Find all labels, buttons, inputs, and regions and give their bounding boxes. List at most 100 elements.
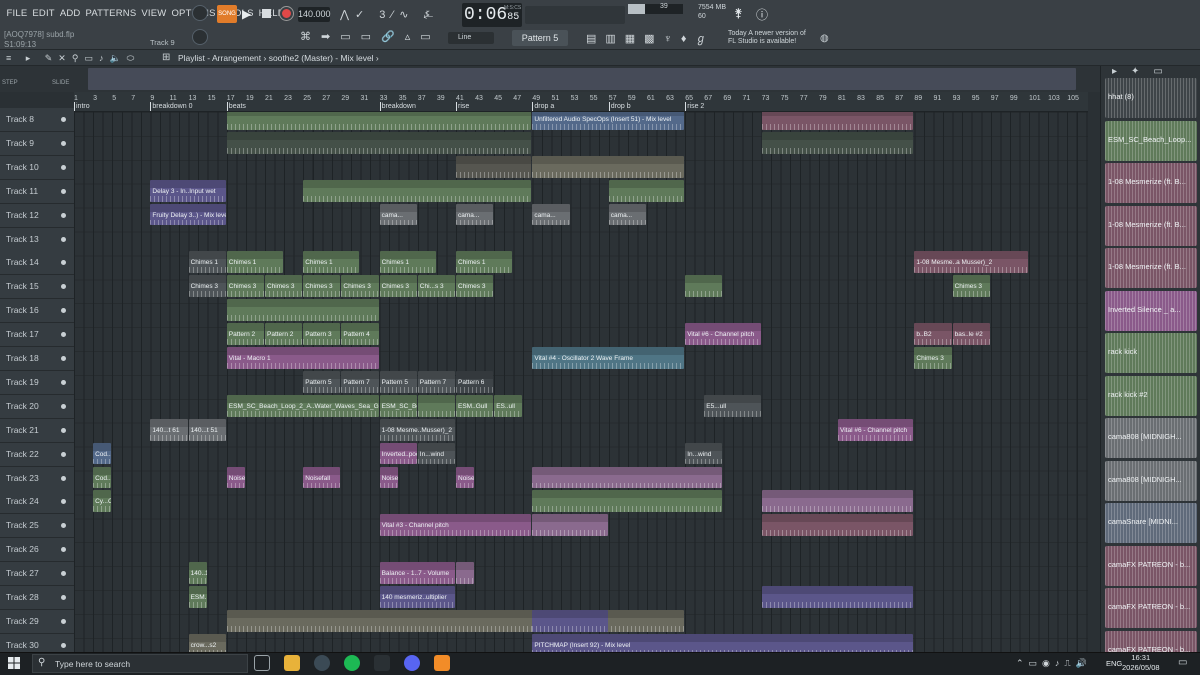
track-mute-led[interactable]: [61, 427, 66, 433]
news-panel[interactable]: Today A newer version of FL Studio is av…: [728, 30, 832, 48]
track-header[interactable]: Track 12: [0, 203, 74, 228]
playlist-clip[interactable]: Chimes 3: [265, 275, 303, 298]
playlist-clip[interactable]: Balance - 1..7 - Volume: [379, 562, 455, 584]
record-icon[interactable]: [279, 6, 294, 21]
playlist-clip[interactable]: 140..1 #2: [188, 562, 207, 584]
playlist-clip[interactable]: Chimes 3: [379, 275, 417, 298]
snap-selector[interactable]: Line: [448, 32, 494, 44]
track-header[interactable]: Track 13: [0, 227, 74, 252]
playlist-clip[interactable]: Pattern 2: [265, 323, 303, 345]
track-mute-led[interactable]: [61, 188, 66, 194]
track-header[interactable]: Track 24: [0, 490, 74, 515]
playlist-clip[interactable]: [226, 299, 379, 322]
playlist-clip[interactable]: Chimes 1: [456, 251, 513, 274]
spotify-icon[interactable]: [344, 655, 360, 671]
track-header[interactable]: Track 10: [0, 155, 74, 180]
playlist-clip[interactable]: Vital #4 - Oscillator 2 Wave Frame: [532, 347, 685, 369]
playlist-clip[interactable]: ESM_SC_Beach_Loop_2_A..Water_Waves_Sea_G…: [226, 394, 379, 417]
playlist-clip[interactable]: [417, 394, 455, 417]
playlist-clip[interactable]: [761, 112, 914, 130]
globe-icon[interactable]: ◍: [820, 33, 829, 44]
playlist-clip[interactable]: b..B2: [914, 323, 952, 345]
playlist-tools-icon[interactable]: ≡ ▸ ✎✕⚲▭♪🔈⬭: [6, 53, 140, 64]
track-header[interactable]: Track 19: [0, 370, 74, 395]
track-header[interactable]: Track 15: [0, 275, 74, 300]
playlist-clip[interactable]: PITCHMAP (Insert 92) - Mix level: [532, 633, 914, 652]
picker-clip[interactable]: hhat (8): [1105, 78, 1197, 118]
playlist-clip[interactable]: Chimes 3: [952, 275, 990, 298]
playlist-clip[interactable]: 1-08 Mesme..Musser)_2: [379, 418, 455, 441]
playlist-clip[interactable]: [532, 609, 608, 632]
playlist-clip[interactable]: Chi...s 3: [417, 275, 455, 298]
playlist-clip[interactable]: Chimes 1: [226, 251, 284, 274]
playlist-clip[interactable]: Vital #6 - Channel pitch: [685, 323, 761, 345]
track-mute-led[interactable]: [61, 308, 66, 314]
track-header[interactable]: Track 14: [0, 251, 74, 276]
playlist-clip[interactable]: [761, 586, 914, 608]
notification-icon[interactable]: ▭: [1178, 657, 1187, 668]
taskbar-clock[interactable]: 16:31 2026/05/08: [1122, 653, 1160, 673]
picker-clip[interactable]: cama808 [MIDNIGH...: [1105, 460, 1197, 501]
playlist-clip[interactable]: cama...: [379, 203, 417, 226]
playlist-clip[interactable]: 140...t 51: [188, 418, 226, 441]
playlist-clip[interactable]: [226, 112, 532, 130]
plugin-picker-icon[interactable]: ⚵: [734, 6, 743, 20]
track-header[interactable]: Track 18: [0, 347, 74, 371]
timeline-ruler[interactable]: 1 3 5 7 9 11 13 15 17 19 21 23 25 27 29 31 33 35 37 39 41 43 4…: [74, 92, 1088, 112]
track-mute-led[interactable]: [61, 499, 66, 505]
track-mute-led[interactable]: [61, 260, 66, 266]
playlist-clip[interactable]: Pattern 3: [303, 323, 341, 345]
track-header[interactable]: Track 28: [0, 586, 74, 610]
playlist-clip[interactable]: Noisefall: [303, 466, 341, 489]
timeline-marker[interactable]: drop a: [532, 102, 554, 111]
playlist-clip[interactable]: ESM..Gull: [456, 394, 494, 417]
playlist-clip[interactable]: [532, 490, 723, 513]
playlist-clip[interactable]: [532, 466, 723, 489]
stop-icon[interactable]: [262, 9, 271, 18]
menu-file[interactable]: FILE: [4, 8, 30, 19]
playlist-clip[interactable]: Cod...ate: [93, 466, 112, 489]
playlist-clip[interactable]: Chimes 3: [303, 275, 341, 298]
menu-edit[interactable]: EDIT: [30, 8, 57, 19]
playlist-clip[interactable]: Delay 3 - In..Input wet: [150, 179, 226, 202]
file-explorer-icon[interactable]: [284, 655, 300, 671]
picker-clip[interactable]: camaFX PATREON - b...: [1105, 545, 1197, 586]
playlist-clip[interactable]: Pattern 7: [341, 370, 379, 393]
window-shortcuts-icon[interactable]: ▤▥▦▩♆♦ℊ: [586, 30, 715, 46]
master-volume-knob[interactable]: [192, 29, 208, 45]
playlist-clip[interactable]: [456, 155, 532, 178]
playlist-clip[interactable]: Pattern 7: [417, 370, 455, 393]
menu-view[interactable]: VIEW: [139, 8, 169, 19]
playlist-clip[interactable]: bas..le #2: [952, 323, 990, 345]
task-view-icon[interactable]: [254, 655, 270, 671]
track-mute-led[interactable]: [61, 451, 66, 457]
track-header[interactable]: Track 16: [0, 299, 74, 324]
picker-clip[interactable]: 1-08 Mesmerize (ft. B...: [1105, 205, 1197, 246]
playlist-clip[interactable]: crow...s2: [188, 633, 226, 652]
windows-start-icon[interactable]: [8, 657, 20, 669]
playlist-clip[interactable]: Vital #6 - Channel pitch: [838, 418, 914, 441]
playlist-clip[interactable]: 1-08 Mesme..a Musser)_2: [914, 251, 1028, 274]
playlist-clip[interactable]: cama...: [532, 203, 570, 226]
picker-clip[interactable]: cama808 [MIDNIGH...: [1105, 418, 1197, 458]
picker-clip[interactable]: 1-08 Mesmerize (ft. B...: [1105, 163, 1197, 203]
playlist-clip[interactable]: Chimes 3: [456, 275, 494, 298]
track-header[interactable]: Track 22: [0, 442, 74, 467]
playlist-clip[interactable]: Pattern 4: [341, 323, 379, 345]
playlist-clip[interactable]: In...wind: [417, 442, 455, 465]
track-header[interactable]: Track 26: [0, 538, 74, 563]
playlist-clip[interactable]: Fruity Delay 3..) - Mix level: [150, 203, 226, 226]
picker-clip[interactable]: Inverted Silence _ a...: [1105, 290, 1197, 331]
track-mute-led[interactable]: [61, 403, 66, 409]
playlist-clip[interactable]: [761, 131, 914, 154]
playlist-clip[interactable]: [761, 514, 914, 537]
menu-patterns[interactable]: PATTERNS: [83, 8, 139, 19]
track-header[interactable]: Track 27: [0, 562, 74, 587]
discord-icon[interactable]: [404, 655, 420, 671]
tempo-display[interactable]: 140.000: [298, 7, 331, 22]
playlist-clip[interactable]: [532, 155, 685, 178]
playlist-clip[interactable]: [608, 179, 685, 202]
track-header[interactable]: Track 21: [0, 418, 74, 443]
playlist-clip[interactable]: E5...ull: [704, 394, 761, 417]
playlist-clip[interactable]: ES..ull: [494, 394, 522, 417]
